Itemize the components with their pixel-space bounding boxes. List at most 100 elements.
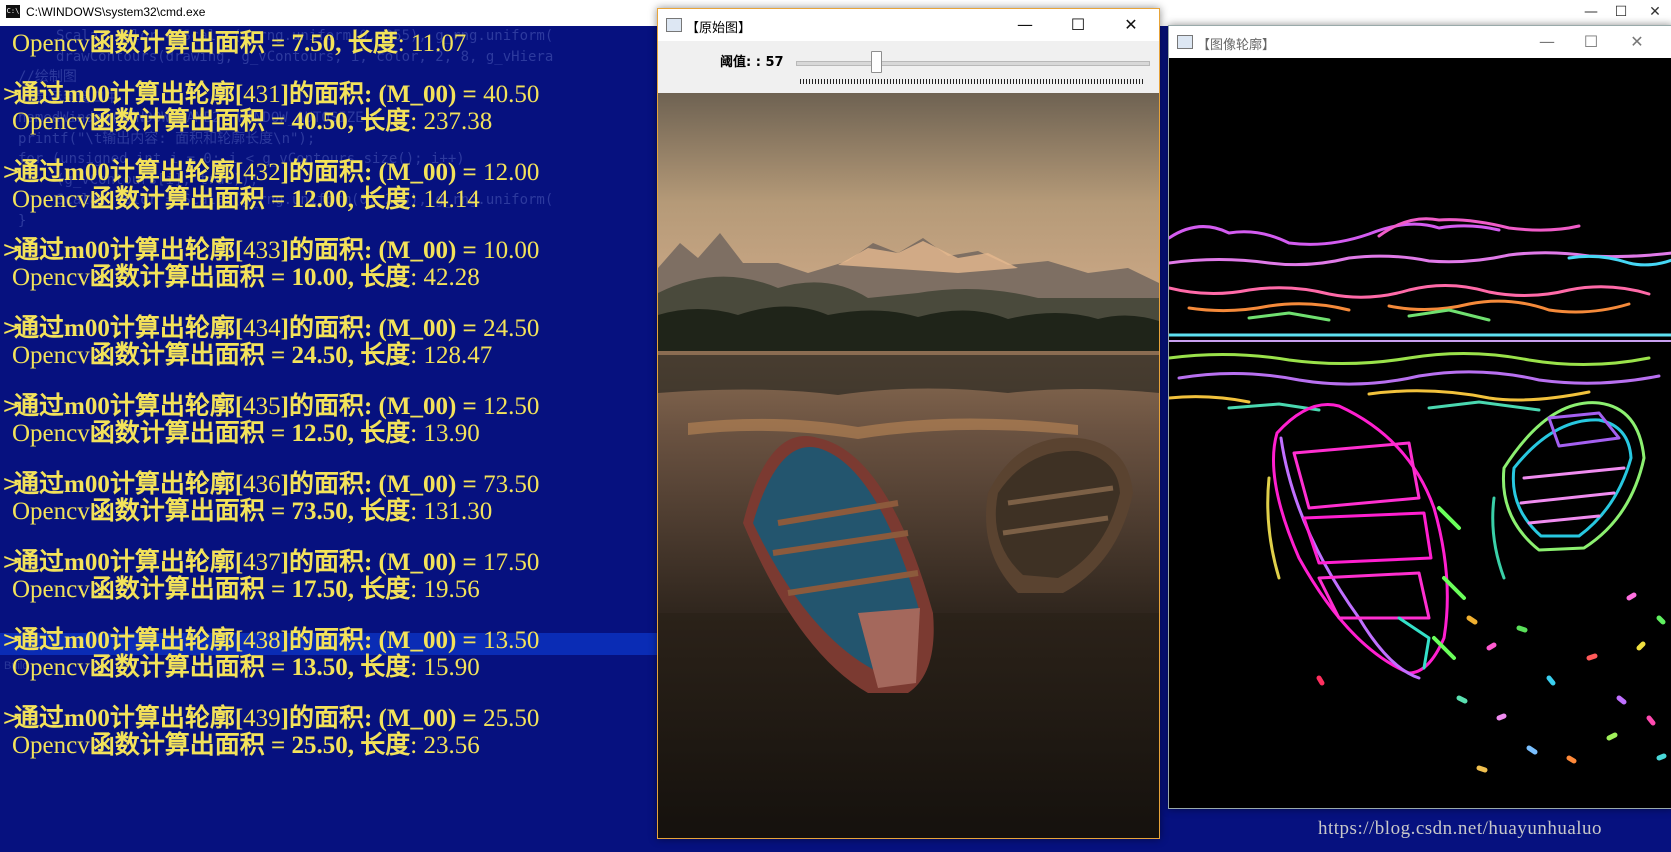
console-line-opencv: Opencv函数计算出面积 = 7.50, 长度: 11.07 bbox=[12, 30, 466, 58]
console-line-m00: > 通过m00计算出轮廓[433]的面积: (M_00) = 10.00 bbox=[2, 237, 540, 265]
length-value: : 19.56 bbox=[410, 576, 480, 603]
contour-index: 432 bbox=[243, 159, 281, 186]
m00-area: 25.50 bbox=[483, 705, 540, 732]
m00-lead: 通过m00计算出轮廓[ bbox=[14, 705, 244, 732]
original-photo bbox=[658, 93, 1159, 838]
contour-maximize-button[interactable]: ☐ bbox=[1569, 28, 1613, 56]
line-caret: > bbox=[2, 472, 21, 497]
opencv-prefix: Opencv bbox=[12, 732, 90, 759]
opencv-prefix: Opencv bbox=[12, 654, 90, 681]
console-line-m00: > 通过m00计算出轮廓[439]的面积: (M_00) = 25.50 bbox=[2, 705, 540, 733]
console-line-opencv: Opencv函数计算出面积 = 13.50, 长度: 15.90 bbox=[12, 654, 480, 682]
console-close-button[interactable]: ✕ bbox=[1632, 0, 1671, 26]
opencv-prefix: Opencv bbox=[12, 498, 90, 525]
length-value: : 11.07 bbox=[397, 30, 467, 57]
opencv-prefix: Opencv bbox=[12, 108, 90, 135]
length-label: 长度 bbox=[360, 108, 411, 135]
console-line-m00: > 通过m00计算出轮廓[436]的面积: (M_00) = 73.50 bbox=[2, 471, 540, 499]
contour-index: 436 bbox=[243, 471, 281, 498]
opencv-area-text: 函数计算出面积 = 17.50, bbox=[89, 576, 361, 603]
console-line-m00: > 通过m00计算出轮廓[438]的面积: (M_00) = 13.50 bbox=[2, 627, 539, 655]
window-app-icon bbox=[1177, 35, 1193, 49]
contour-window-titlebar[interactable]: 【图像轮廓】 — ☐ ✕ bbox=[1169, 26, 1671, 58]
m00-lead: 通过m00计算出轮廓[ bbox=[14, 81, 244, 108]
contour-minimize-button[interactable]: — bbox=[1525, 28, 1569, 56]
original-minimize-button[interactable]: — bbox=[1003, 11, 1047, 39]
length-value: : 13.90 bbox=[410, 420, 480, 447]
m00-lead: 通过m00计算出轮廓[ bbox=[14, 627, 244, 654]
opencv-area-text: 函数计算出面积 = 12.50, bbox=[89, 420, 361, 447]
m00-mid: ]的面积: (M_00) = bbox=[280, 549, 484, 576]
line-caret: > bbox=[2, 706, 21, 731]
console-line-opencv: Opencv函数计算出面积 = 24.50, 长度: 128.47 bbox=[12, 342, 492, 370]
original-maximize-button[interactable]: ☐ bbox=[1056, 11, 1100, 39]
m00-area: 12.00 bbox=[483, 159, 540, 186]
length-label: 长度 bbox=[360, 420, 411, 447]
length-label: 长度 bbox=[360, 264, 411, 291]
m00-mid: ]的面积: (M_00) = bbox=[280, 393, 484, 420]
console-line-m00: > 通过m00计算出轮廓[437]的面积: (M_00) = 17.50 bbox=[2, 549, 539, 577]
console-line-m00: > 通过m00计算出轮廓[435]的面积: (M_00) = 12.50 bbox=[2, 393, 540, 421]
line-caret: > bbox=[2, 160, 21, 185]
console-line-opencv: Opencv函数计算出面积 = 12.00, 长度: 14.14 bbox=[12, 186, 480, 214]
m00-mid: ]的面积: (M_00) = bbox=[280, 237, 484, 264]
threshold-slider-track[interactable] bbox=[796, 61, 1150, 66]
line-caret: > bbox=[2, 628, 21, 653]
console-line-m00: > 通过m00计算出轮廓[431]的面积: (M_00) = 40.50 bbox=[2, 81, 539, 109]
m00-area: 24.50 bbox=[483, 315, 540, 342]
m00-area: 10.00 bbox=[483, 237, 540, 264]
console-title: C:\WINDOWS\system32\cmd.exe bbox=[26, 5, 206, 19]
threshold-label: 阈值: : 57 bbox=[720, 55, 784, 70]
opencv-area-text: 函数计算出面积 = 7.50, bbox=[89, 30, 348, 57]
m00-mid: ]的面积: (M_00) = bbox=[280, 471, 484, 498]
length-value: : 128.47 bbox=[410, 342, 493, 369]
m00-lead: 通过m00计算出轮廓[ bbox=[14, 471, 244, 498]
original-window-title: 【原始图】 bbox=[686, 21, 752, 36]
contour-drawing bbox=[1169, 217, 1671, 773]
original-image-window[interactable]: 【原始图】 — ☐ ✕ 阈值: : 57 bbox=[657, 8, 1160, 839]
opencv-area-text: 函数计算出面积 = 24.50, bbox=[89, 342, 361, 369]
lake-boats-photo bbox=[658, 93, 1159, 838]
m00-lead: 通过m00计算出轮廓[ bbox=[14, 393, 244, 420]
length-label: 长度 bbox=[360, 186, 411, 213]
line-caret: > bbox=[2, 82, 21, 107]
window-app-icon bbox=[666, 18, 682, 32]
opencv-prefix: Opencv bbox=[12, 264, 90, 291]
console-line-opencv: Opencv函数计算出面积 = 73.50, 长度: 131.30 bbox=[12, 498, 492, 526]
contour-index: 439 bbox=[243, 705, 281, 732]
console-line-opencv: Opencv函数计算出面积 = 40.50, 长度: 237.38 bbox=[12, 108, 492, 136]
contour-window[interactable]: 【图像轮廓】 — ☐ ✕ bbox=[1168, 25, 1671, 809]
length-label: 长度 bbox=[360, 732, 411, 759]
original-close-button[interactable]: ✕ bbox=[1109, 11, 1153, 39]
threshold-slider-thumb[interactable] bbox=[870, 51, 882, 73]
opencv-area-text: 函数计算出面积 = 25.50, bbox=[89, 732, 361, 759]
m00-area: 73.50 bbox=[483, 471, 540, 498]
length-value: : 131.30 bbox=[410, 498, 493, 525]
length-value: : 14.14 bbox=[410, 186, 480, 213]
cmd-icon: C:\ bbox=[6, 5, 20, 18]
contour-index: 433 bbox=[243, 237, 281, 264]
m00-lead: 通过m00计算出轮廓[ bbox=[14, 159, 244, 186]
length-label: 长度 bbox=[360, 576, 411, 603]
contour-index: 434 bbox=[243, 315, 281, 342]
original-window-titlebar[interactable]: 【原始图】 — ☐ ✕ bbox=[658, 9, 1159, 41]
line-caret: > bbox=[2, 316, 21, 341]
opencv-prefix: Opencv bbox=[12, 576, 90, 603]
m00-mid: ]的面积: (M_00) = bbox=[280, 627, 484, 654]
console-line-opencv: Opencv函数计算出面积 = 10.00, 长度: 42.28 bbox=[12, 264, 480, 292]
contour-image bbox=[1169, 58, 1671, 808]
length-label: 长度 bbox=[347, 30, 398, 57]
opencv-prefix: Opencv bbox=[12, 420, 90, 447]
m00-area: 12.50 bbox=[483, 393, 540, 420]
opencv-area-text: 函数计算出面积 = 10.00, bbox=[89, 264, 361, 291]
contour-close-button[interactable]: ✕ bbox=[1615, 28, 1659, 56]
console-line-opencv: Opencv函数计算出面积 = 17.50, 长度: 19.56 bbox=[12, 576, 480, 604]
m00-mid: ]的面积: (M_00) = bbox=[280, 159, 484, 186]
watermark: https://blog.csdn.net/huayunhualuo bbox=[1318, 818, 1603, 839]
opencv-prefix: Opencv bbox=[12, 30, 90, 57]
length-label: 长度 bbox=[360, 498, 411, 525]
m00-mid: ]的面积: (M_00) = bbox=[280, 705, 484, 732]
opencv-area-text: 函数计算出面积 = 13.50, bbox=[89, 654, 361, 681]
console-line-opencv: Opencv函数计算出面积 = 25.50, 长度: 23.56 bbox=[12, 732, 480, 760]
length-value: : 23.56 bbox=[410, 732, 480, 759]
